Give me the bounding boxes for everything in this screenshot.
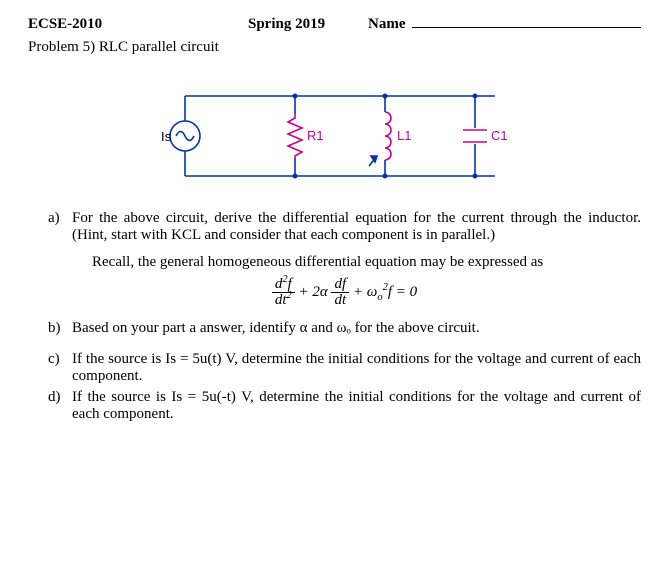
circuit-figure: Is R1 L1 C1 <box>28 76 641 196</box>
part-a-label: a) <box>48 210 72 244</box>
eq-term-2: df dt <box>331 277 349 308</box>
part-a: a) For the above circuit, derive the dif… <box>48 210 641 244</box>
current-source-icon <box>170 121 200 151</box>
resistor-icon <box>288 114 302 158</box>
term: Spring 2019 <box>248 16 368 33</box>
inductor-icon <box>385 112 391 160</box>
part-a-text: For the above circuit, derive the differ… <box>72 210 641 244</box>
problem-title: Problem 5) RLC parallel circuit <box>28 39 641 56</box>
part-c-label: c) <box>48 351 72 385</box>
inductor-label: L1 <box>397 128 411 143</box>
part-b-text: Based on your part a answer, identify α … <box>72 320 641 337</box>
inductor-arrow-icon <box>369 156 377 166</box>
name-blank-line <box>412 12 642 28</box>
name-label: Name <box>368 16 406 33</box>
part-b: b) Based on your part a answer, identify… <box>48 320 641 337</box>
part-c-text: If the source is Is = 5u(t) V, determine… <box>72 351 641 385</box>
resistor-label: R1 <box>307 128 324 143</box>
part-d: d) If the source is Is = 5u(-t) V, deter… <box>48 389 641 423</box>
header-row: ECSE-2010 Spring 2019 Name <box>28 10 641 33</box>
page: ECSE-2010 Spring 2019 Name Problem 5) RL… <box>0 0 669 423</box>
questions: a) For the above circuit, derive the dif… <box>28 210 641 423</box>
capacitor-icon <box>463 130 487 142</box>
eq-term-1: d2f dt2 <box>272 277 295 308</box>
capacitor-label: C1 <box>491 128 508 143</box>
course-code: ECSE-2010 <box>28 16 248 33</box>
part-d-text: If the source is Is = 5u(-t) V, determin… <box>72 389 641 423</box>
eq-plus-1: + 2α <box>298 284 331 300</box>
recall-line: Recall, the general homogeneous differen… <box>92 254 641 271</box>
eq-plus-2: + ωo2f = 0 <box>353 284 417 300</box>
part-c: c) If the source is Is = 5u(t) V, determ… <box>48 351 641 385</box>
equation: d2f dt2 + 2α df dt + ωo2f = 0 <box>48 277 641 308</box>
source-label: Is <box>161 129 172 144</box>
part-d-label: d) <box>48 389 72 423</box>
part-b-label: b) <box>48 320 72 337</box>
circuit-svg: Is R1 L1 C1 <box>145 76 525 196</box>
